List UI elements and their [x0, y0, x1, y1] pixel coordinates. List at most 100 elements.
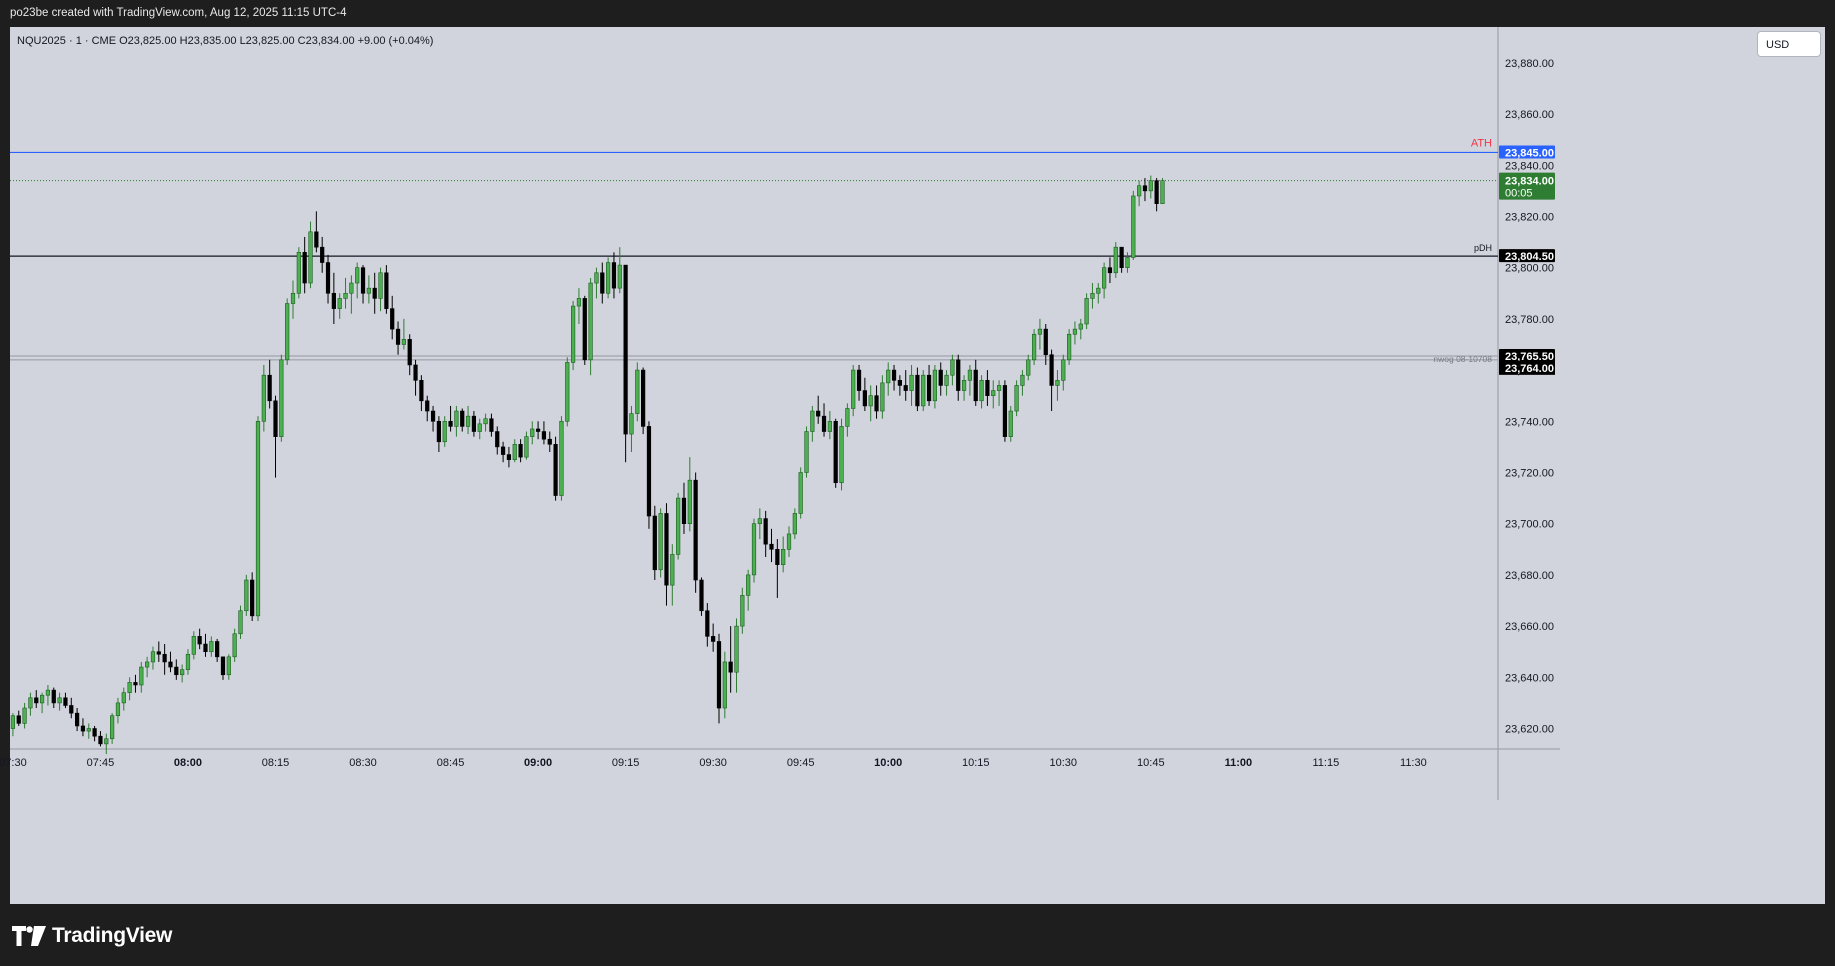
candlestick-chart[interactable]: ATHpDHnwog 08-10708 23,880.0023,860.0023… — [0, 0, 1835, 904]
time-axis[interactable]: 07:3007:4508:0008:1508:3008:4509:0009:15… — [0, 757, 1427, 769]
candle — [758, 508, 762, 539]
last-price-text: 23,834.00 — [1505, 176, 1554, 188]
candle-body — [268, 375, 272, 401]
time-tick-label: 08:15 — [262, 757, 290, 769]
candle — [991, 380, 995, 408]
candle — [805, 426, 809, 477]
candle — [525, 432, 529, 460]
candle-body — [554, 444, 558, 495]
candle-body — [332, 293, 336, 308]
candle — [425, 396, 429, 422]
candle-body — [746, 575, 750, 595]
candle-body — [571, 306, 575, 362]
candle — [320, 237, 324, 273]
candle-body — [431, 411, 435, 421]
candle-body — [233, 634, 237, 657]
candle-body — [134, 682, 138, 685]
candle — [881, 375, 885, 419]
candle — [898, 375, 902, 395]
candle — [560, 416, 564, 500]
candle — [834, 419, 838, 488]
candle-body — [1061, 360, 1065, 380]
candle-body — [1137, 186, 1141, 196]
candle-body — [816, 411, 820, 416]
time-tick-label: 07:30 — [0, 757, 27, 769]
countdown-text: 00:05 — [1505, 188, 1533, 200]
candle-body — [303, 252, 307, 283]
candle-body — [670, 554, 674, 585]
candle-body — [863, 391, 867, 406]
candle — [1056, 370, 1060, 401]
candle-body — [64, 698, 68, 706]
candle-body — [565, 362, 569, 421]
candle-body — [676, 498, 680, 554]
candle — [1015, 380, 1019, 416]
candle-body — [455, 411, 459, 426]
candle — [857, 365, 861, 401]
footer-bar — [0, 904, 1835, 966]
candle — [315, 211, 319, 252]
candle — [478, 419, 482, 439]
candle — [536, 421, 540, 439]
candle — [822, 403, 826, 436]
candle-body — [1079, 324, 1083, 329]
price-axis[interactable]: 23,880.0023,860.0023,840.0023,820.0023,8… — [1505, 58, 1554, 736]
candle — [408, 334, 412, 375]
candle-body — [1161, 181, 1165, 204]
candle — [52, 688, 56, 708]
candle — [513, 439, 517, 462]
candle — [828, 411, 832, 439]
ohlc-legend: NQU2025 · 1 · CME O23,825.00 H23,835.00 … — [17, 35, 433, 47]
candle — [875, 385, 879, 418]
candle — [945, 370, 949, 396]
candle — [1038, 319, 1042, 350]
candle-body — [285, 304, 289, 360]
candle — [303, 237, 307, 293]
candle-body — [256, 421, 260, 616]
candle — [723, 652, 727, 719]
candle — [530, 421, 534, 444]
candle — [892, 365, 896, 391]
price-tick-label: 23,680.00 — [1505, 570, 1554, 582]
candle — [1126, 252, 1130, 272]
candle — [840, 419, 844, 491]
candle — [186, 649, 190, 675]
candle — [122, 688, 126, 711]
candle-body — [822, 416, 826, 431]
price-tick-label: 23,780.00 — [1505, 314, 1554, 326]
time-tick-label: 10:15 — [962, 757, 990, 769]
candle — [58, 693, 62, 711]
candle-body — [379, 273, 383, 299]
candle-body — [449, 421, 453, 426]
candle-body — [221, 657, 225, 675]
candle — [653, 506, 657, 580]
currency-button[interactable]: USD — [1757, 31, 1821, 57]
candle — [770, 529, 774, 562]
candle — [670, 544, 674, 605]
candle — [268, 360, 272, 409]
candle — [624, 265, 628, 462]
candle-body — [641, 370, 645, 426]
candle-body — [169, 662, 173, 667]
candle-body — [560, 421, 564, 495]
candle-body — [163, 654, 167, 662]
candle — [110, 713, 114, 744]
candle — [326, 255, 330, 304]
tradingview-logo[interactable]: TradingView — [12, 924, 172, 948]
price-tick-label: 23,720.00 — [1505, 467, 1554, 479]
candle — [974, 360, 978, 406]
candle — [192, 631, 196, 659]
candle — [379, 268, 383, 312]
candle — [764, 511, 768, 557]
candle-body — [204, 644, 208, 652]
candle — [554, 437, 558, 501]
candle — [1067, 329, 1071, 365]
candle — [338, 293, 342, 319]
candle-body — [1102, 268, 1106, 288]
candle-body — [589, 283, 593, 360]
candle — [93, 726, 97, 741]
candle-body — [1143, 186, 1147, 191]
candle — [816, 396, 820, 424]
candle-body — [1096, 288, 1100, 293]
candle-body — [274, 401, 278, 437]
